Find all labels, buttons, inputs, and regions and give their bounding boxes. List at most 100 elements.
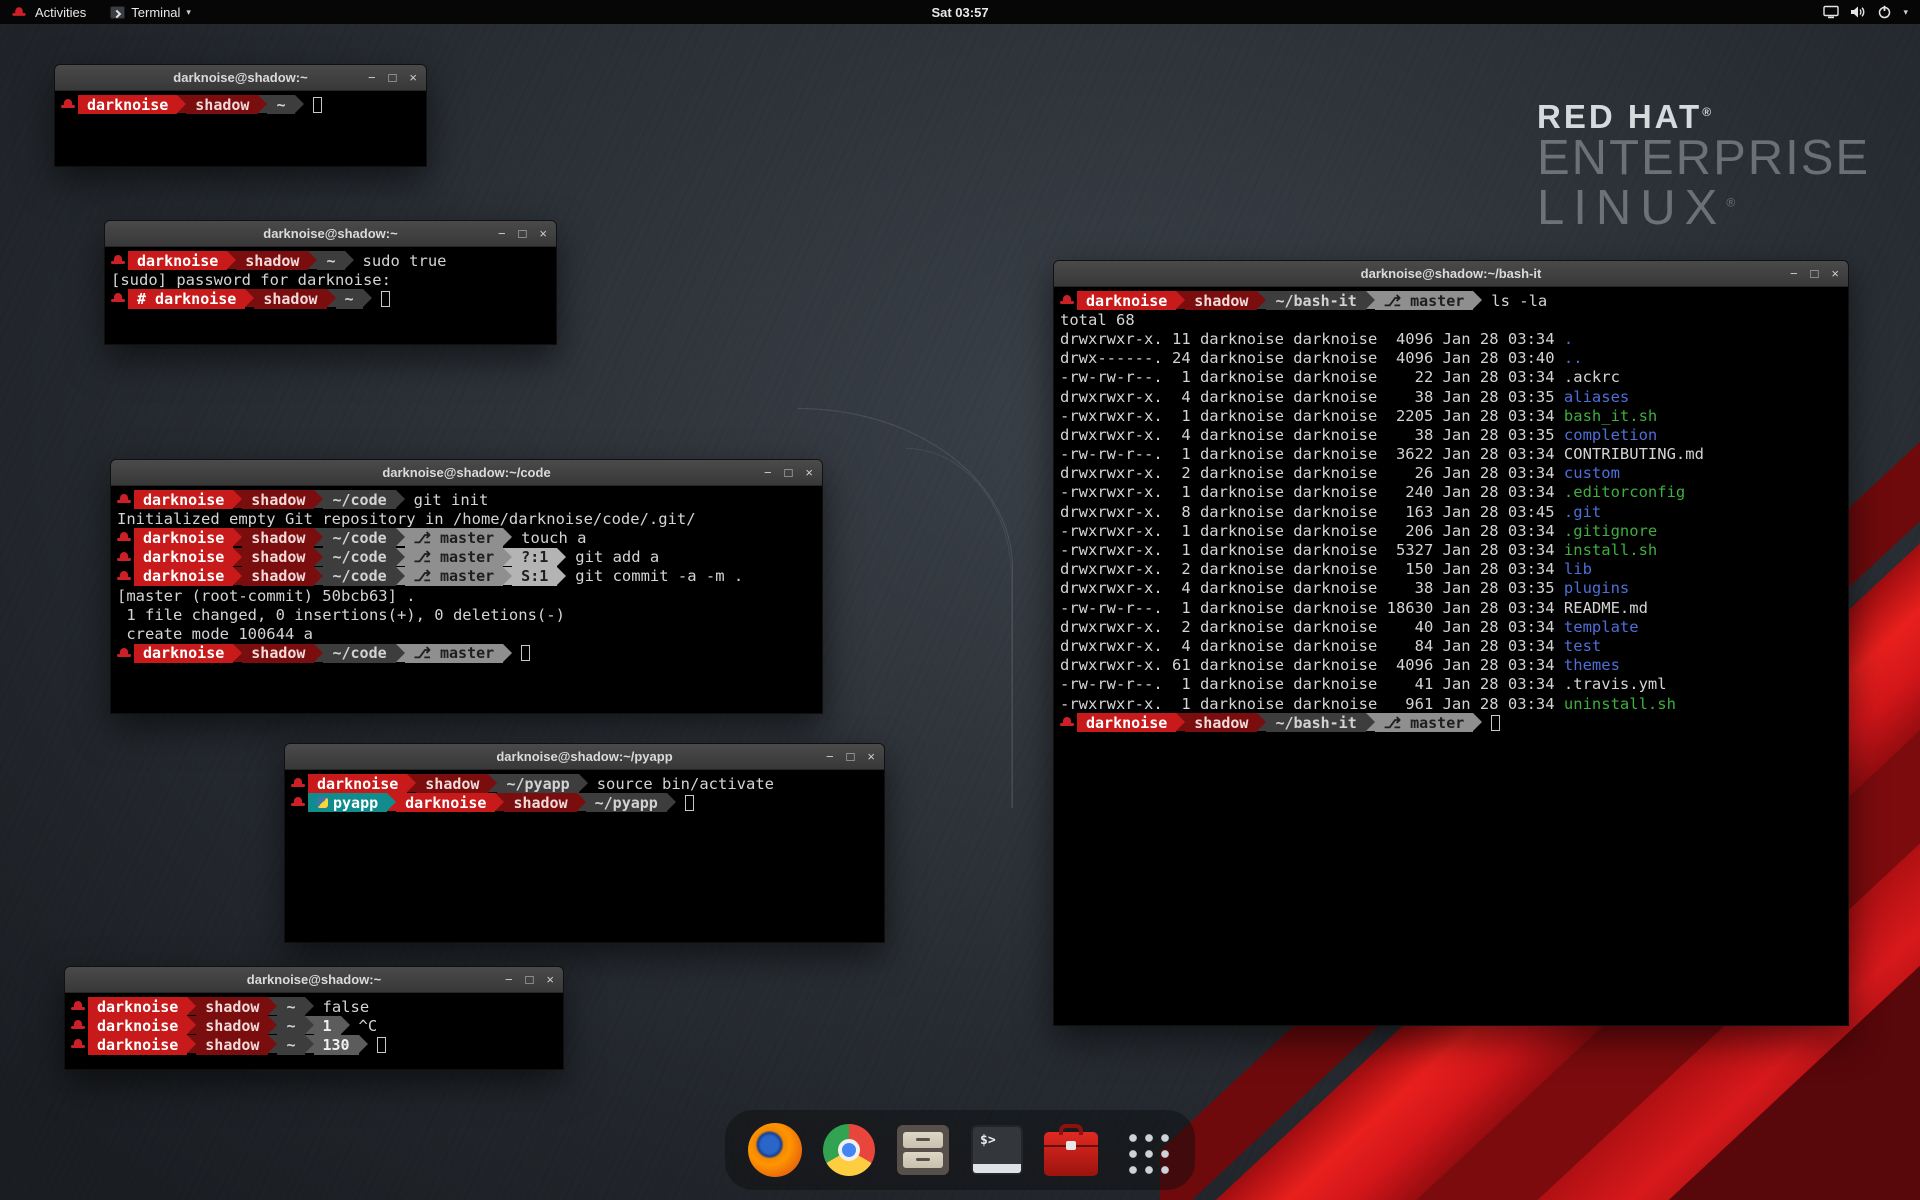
terminal-window: darknoise@shadow:~/pyapp − □ × darknoise… [284, 743, 885, 943]
terminal-window: darknoise@shadow:~ − □ × darknoiseshadow… [54, 64, 427, 167]
redhat-prompt-icon [71, 1038, 85, 1051]
close-button[interactable]: × [867, 750, 875, 763]
dock-appgrid[interactable] [1117, 1122, 1173, 1178]
window-title: darknoise@shadow:~/pyapp [496, 749, 672, 764]
terminal-line: drwxrwxr-x. 11 darknoise darknoise 4096 … [1060, 329, 1842, 348]
minimize-button[interactable]: − [764, 466, 772, 479]
minimize-button[interactable]: − [505, 973, 513, 986]
redhat-prompt-icon [111, 254, 125, 267]
branding-linux: LINUX® [1537, 184, 1870, 234]
command-text: false [314, 997, 370, 1016]
command-text: ^C [350, 1016, 378, 1035]
window-titlebar[interactable]: darknoise@shadow:~/pyapp − □ × [285, 744, 884, 770]
window-titlebar[interactable]: darknoise@shadow:~ − □ × [105, 221, 556, 247]
maximize-button[interactable]: □ [847, 750, 855, 763]
clock[interactable]: Sat 03:57 [931, 5, 988, 20]
minimize-button[interactable]: − [498, 227, 506, 240]
minimize-button[interactable]: − [1790, 267, 1798, 280]
terminal-line: darknoiseshadow~/code⎇ masterS:1git comm… [117, 567, 816, 586]
terminal-line: drwxrwxr-x. 4 darknoise darknoise 38 Jan… [1060, 425, 1842, 444]
terminal-line: -rwxrwxr-x. 1 darknoise darknoise 206 Ja… [1060, 521, 1842, 540]
terminal-cursor [313, 97, 322, 113]
close-button[interactable]: × [539, 227, 547, 240]
terminal-line: -rw-rw-r--. 1 darknoise darknoise 41 Jan… [1060, 675, 1842, 694]
terminal-line: -rw-rw-r--. 1 darknoise darknoise 22 Jan… [1060, 368, 1842, 387]
window-titlebar[interactable]: darknoise@shadow:~/code − □ × [111, 460, 822, 486]
terminal-content[interactable]: darknoiseshadow~sudo true[sudo] password… [105, 247, 556, 344]
terminal-line: darknoiseshadow~false [71, 997, 557, 1016]
terminal-line: # darknoiseshadow~ [111, 289, 550, 308]
terminal-icon: $> [971, 1125, 1023, 1175]
terminal-line: drwxrwxr-x. 2 darknoise darknoise 40 Jan… [1060, 617, 1842, 636]
terminal-line: Initialized empty Git repository in /hom… [117, 509, 816, 528]
terminal-line: darknoiseshadow~1^C [71, 1016, 557, 1035]
minimize-button[interactable]: − [826, 750, 834, 763]
redhat-prompt-icon [117, 551, 131, 564]
window-titlebar[interactable]: darknoise@shadow:~/bash-it − □ × [1054, 261, 1848, 287]
terminal-line: create mode 100644 a [117, 624, 816, 643]
command-text: git init [405, 490, 489, 509]
terminal-line: pyappdarknoiseshadow~/pyapp [291, 793, 878, 812]
maximize-button[interactable]: □ [519, 227, 527, 240]
firefox-icon [748, 1123, 802, 1177]
terminal-cursor [521, 645, 530, 661]
window-title: darknoise@shadow:~ [173, 70, 307, 85]
terminal-line: darknoiseshadow~/bash-it⎇ masterls -la [1060, 291, 1842, 310]
window-titlebar[interactable]: darknoise@shadow:~ − □ × [65, 967, 563, 993]
activities-label: Activities [35, 5, 86, 20]
close-button[interactable]: × [409, 71, 417, 84]
app-menu-label: Terminal [131, 5, 180, 20]
dock-files[interactable] [895, 1122, 951, 1178]
terminal-line: -rwxrwxr-x. 1 darknoise darknoise 5327 J… [1060, 540, 1842, 559]
terminal-window: darknoise@shadow:~ − □ × darknoiseshadow… [64, 966, 564, 1070]
minimize-button[interactable]: − [368, 71, 376, 84]
terminal-line: darknoiseshadow~/code⎇ mastertouch a [117, 528, 816, 547]
dock-chrome[interactable] [821, 1122, 877, 1178]
terminal-line: darknoiseshadow~/code⎇ master?:1git add … [117, 548, 816, 567]
dock: $> [725, 1110, 1195, 1190]
terminal-content[interactable]: darknoiseshadow~/bash-it⎇ masterls -lato… [1054, 287, 1848, 1025]
command-text: source bin/activate [588, 774, 774, 793]
branding-enterprise: ENTERPRISE [1537, 134, 1870, 184]
chevron-down-icon: ▾ [186, 7, 191, 18]
dock-terminal[interactable]: $> [969, 1122, 1025, 1178]
window-titlebar[interactable]: darknoise@shadow:~ − □ × [55, 65, 426, 91]
command-text: git commit -a -m . [566, 567, 743, 586]
maximize-button[interactable]: □ [526, 973, 534, 986]
terminal-cursor [1491, 715, 1500, 731]
terminal-content[interactable]: darknoiseshadow~/pyappsource bin/activat… [285, 770, 884, 942]
volume-icon[interactable] [1850, 5, 1866, 19]
command-text: touch a [512, 528, 586, 547]
terminal-line: total 68 [1060, 310, 1842, 329]
maximize-button[interactable]: □ [1811, 267, 1819, 280]
terminal-content[interactable]: darknoiseshadow~ [55, 91, 426, 166]
terminal-content[interactable]: darknoiseshadow~falsedarknoiseshadow~1^C… [65, 993, 563, 1069]
command-text: ls -la [1482, 291, 1547, 310]
system-status-area[interactable]: ▾ [1811, 0, 1920, 24]
close-button[interactable]: × [805, 466, 813, 479]
power-icon[interactable] [1877, 5, 1892, 19]
chrome-icon [823, 1124, 875, 1176]
window-title: darknoise@shadow:~ [247, 972, 381, 987]
redhat-prompt-icon [117, 493, 131, 506]
terminal-line: darknoiseshadow~sudo true [111, 251, 550, 270]
activities-button[interactable]: Activities [0, 0, 98, 24]
dock-firefox[interactable] [747, 1122, 803, 1178]
terminal-line: -rwxrwxr-x. 1 darknoise darknoise 2205 J… [1060, 406, 1842, 425]
redhat-prompt-icon [117, 570, 131, 583]
terminal-line: darknoiseshadow~/codegit init [117, 490, 816, 509]
terminal-line: [master (root-commit) 50bcb63] . [117, 586, 816, 605]
terminal-content[interactable]: darknoiseshadow~/codegit initInitialized… [111, 486, 822, 713]
terminal-window: darknoise@shadow:~ − □ × darknoiseshadow… [104, 220, 557, 345]
maximize-button[interactable]: □ [785, 466, 793, 479]
maximize-button[interactable]: □ [389, 71, 397, 84]
dock-toolbox[interactable] [1043, 1122, 1099, 1178]
redhat-prompt-icon [1060, 294, 1074, 307]
app-menu-terminal[interactable]: Terminal ▾ [98, 0, 203, 24]
close-button[interactable]: × [546, 973, 554, 986]
close-button[interactable]: × [1831, 267, 1839, 280]
top-bar: Activities Terminal ▾ Sat 03:57 ▾ [0, 0, 1920, 24]
display-icon[interactable] [1823, 5, 1839, 19]
terminal-cursor [381, 291, 390, 307]
terminal-line: darknoiseshadow~130 [71, 1035, 557, 1054]
